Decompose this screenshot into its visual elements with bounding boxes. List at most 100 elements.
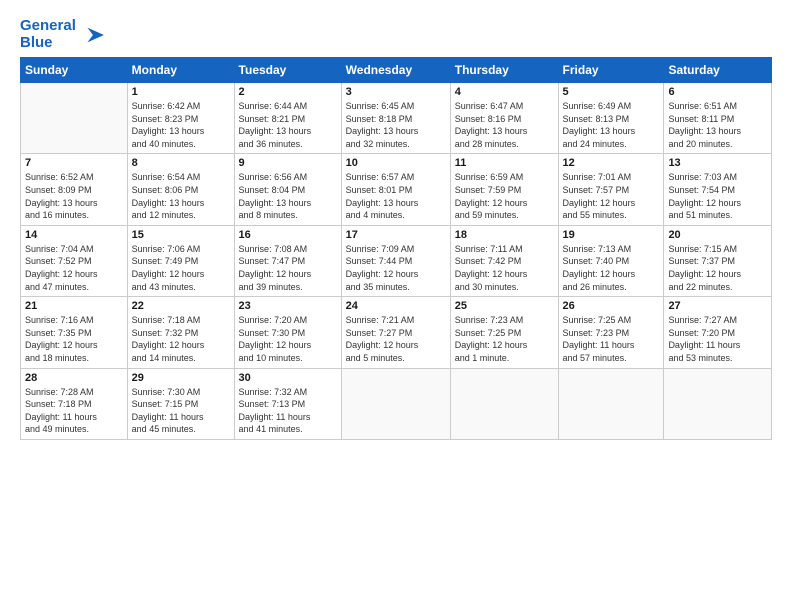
calendar-cell: 1 Sunrise: 6:42 AMSunset: 8:23 PMDaylight… [127, 83, 234, 154]
day-info: Sunrise: 7:27 AMSunset: 7:20 PMDaylight:… [668, 314, 767, 364]
day-info: Sunrise: 6:49 AMSunset: 8:13 PMDaylight:… [563, 100, 660, 150]
calendar-cell [558, 368, 664, 439]
calendar-week-row: 7Sunrise: 6:52 AMSunset: 8:09 PMDaylight… [21, 154, 772, 225]
calendar-cell [21, 83, 128, 154]
calendar-cell: 21 Sunrise: 7:16 AMSunset: 7:35 PMDayligh… [21, 297, 128, 368]
calendar-cell: 10Sunrise: 6:57 AMSunset: 8:01 PMDayligh… [341, 154, 450, 225]
day-info: Sunrise: 7:13 AMSunset: 7:40 PMDaylight:… [563, 243, 660, 293]
calendar-header-monday: Monday [127, 58, 234, 83]
day-info: Sunrise: 7:23 AMSunset: 7:25 PMDaylight:… [455, 314, 554, 364]
calendar-cell: 12 Sunrise: 7:01 AMSunset: 7:57 PMDayligh… [558, 154, 664, 225]
day-number: 24 [346, 300, 446, 312]
day-info: Sunrise: 6:45 AMSunset: 8:18 PMDaylight:… [346, 100, 446, 150]
logo: GeneralBlue [20, 18, 106, 51]
day-number: 28 [25, 372, 123, 384]
day-info: Sunrise: 7:15 AMSunset: 7:37 PMDaylight:… [668, 243, 767, 293]
day-number: 13 [668, 157, 767, 169]
day-number: 27 [668, 300, 767, 312]
calendar-cell: 24 Sunrise: 7:21 AMSunset: 7:27 PMDayligh… [341, 297, 450, 368]
calendar-cell: 14Sunrise: 7:04 AMSunset: 7:52 PMDayligh… [21, 225, 128, 296]
calendar-cell: 3 Sunrise: 6:45 AMSunset: 8:18 PMDaylight… [341, 83, 450, 154]
day-number: 15 [132, 229, 230, 241]
day-info: Sunrise: 7:09 AMSunset: 7:44 PMDaylight:… [346, 243, 446, 293]
day-number: 1 [132, 86, 230, 98]
day-number: 23 [239, 300, 337, 312]
calendar-cell: 29 Sunrise: 7:30 AMSunset: 7:15 PMDayligh… [127, 368, 234, 439]
day-info: Sunrise: 7:20 AMSunset: 7:30 PMDaylight:… [239, 314, 337, 364]
day-number: 3 [346, 86, 446, 98]
day-info: Sunrise: 7:11 AMSunset: 7:42 PMDaylight:… [455, 243, 554, 293]
day-number: 5 [563, 86, 660, 98]
calendar-header-thursday: Thursday [450, 58, 558, 83]
calendar-cell: 9 Sunrise: 6:56 AMSunset: 8:04 PMDaylight… [234, 154, 341, 225]
day-info: Sunrise: 6:44 AMSunset: 8:21 PMDaylight:… [239, 100, 337, 150]
calendar-cell: 8 Sunrise: 6:54 AMSunset: 8:06 PMDaylight… [127, 154, 234, 225]
calendar-cell: 18 Sunrise: 7:11 AMSunset: 7:42 PMDayligh… [450, 225, 558, 296]
calendar-cell: 22 Sunrise: 7:18 AMSunset: 7:32 PMDayligh… [127, 297, 234, 368]
logo-icon [78, 24, 106, 46]
day-number: 18 [455, 229, 554, 241]
calendar-cell: 25 Sunrise: 7:23 AMSunset: 7:25 PMDayligh… [450, 297, 558, 368]
day-number: 19 [563, 229, 660, 241]
day-number: 7 [25, 157, 123, 169]
calendar-cell [341, 368, 450, 439]
calendar-header-saturday: Saturday [664, 58, 772, 83]
calendar-header-tuesday: Tuesday [234, 58, 341, 83]
day-number: 9 [239, 157, 337, 169]
day-number: 22 [132, 300, 230, 312]
calendar-cell: 11Sunrise: 6:59 AMSunset: 7:59 PMDayligh… [450, 154, 558, 225]
calendar-cell: 28 Sunrise: 7:28 AMSunset: 7:18 PMDayligh… [21, 368, 128, 439]
day-info: Sunrise: 7:16 AMSunset: 7:35 PMDaylight:… [25, 314, 123, 364]
calendar-cell: 16 Sunrise: 7:08 AMSunset: 7:47 PMDayligh… [234, 225, 341, 296]
day-info: Sunrise: 6:54 AMSunset: 8:06 PMDaylight:… [132, 171, 230, 221]
calendar-week-row: 28 Sunrise: 7:28 AMSunset: 7:18 PMDayligh… [21, 368, 772, 439]
day-number: 17 [346, 229, 446, 241]
day-info: Sunrise: 7:01 AMSunset: 7:57 PMDaylight:… [563, 171, 660, 221]
day-number: 8 [132, 157, 230, 169]
day-number: 16 [239, 229, 337, 241]
day-info: Sunrise: 7:32 AMSunset: 7:13 PMDaylight:… [239, 386, 337, 436]
calendar-cell: 27 Sunrise: 7:27 AMSunset: 7:20 PMDayligh… [664, 297, 772, 368]
calendar-cell: 23 Sunrise: 7:20 AMSunset: 7:30 PMDayligh… [234, 297, 341, 368]
calendar-cell [450, 368, 558, 439]
day-info: Sunrise: 7:25 AMSunset: 7:23 PMDaylight:… [563, 314, 660, 364]
day-number: 14 [25, 229, 123, 241]
calendar-cell: 5 Sunrise: 6:49 AMSunset: 8:13 PMDaylight… [558, 83, 664, 154]
day-info: Sunrise: 6:56 AMSunset: 8:04 PMDaylight:… [239, 171, 337, 221]
day-number: 10 [346, 157, 446, 169]
calendar-week-row: 21 Sunrise: 7:16 AMSunset: 7:35 PMDayligh… [21, 297, 772, 368]
day-number: 4 [455, 86, 554, 98]
day-number: 30 [239, 372, 337, 384]
calendar-cell: 30 Sunrise: 7:32 AMSunset: 7:13 PMDayligh… [234, 368, 341, 439]
day-info: Sunrise: 6:51 AMSunset: 8:11 PMDaylight:… [668, 100, 767, 150]
calendar-cell: 19 Sunrise: 7:13 AMSunset: 7:40 PMDayligh… [558, 225, 664, 296]
day-number: 26 [563, 300, 660, 312]
day-number: 11 [455, 157, 554, 169]
calendar-table: SundayMondayTuesdayWednesdayThursdayFrid… [20, 57, 772, 440]
day-info: Sunrise: 7:08 AMSunset: 7:47 PMDaylight:… [239, 243, 337, 293]
calendar-cell: 6 Sunrise: 6:51 AMSunset: 8:11 PMDaylight… [664, 83, 772, 154]
day-info: Sunrise: 7:28 AMSunset: 7:18 PMDaylight:… [25, 386, 123, 436]
calendar-cell: 13Sunrise: 7:03 AMSunset: 7:54 PMDayligh… [664, 154, 772, 225]
day-number: 21 [25, 300, 123, 312]
calendar-cell: 2Sunrise: 6:44 AMSunset: 8:21 PMDaylight… [234, 83, 341, 154]
day-number: 25 [455, 300, 554, 312]
calendar-header-friday: Friday [558, 58, 664, 83]
day-info: Sunrise: 6:47 AMSunset: 8:16 PMDaylight:… [455, 100, 554, 150]
day-number: 12 [563, 157, 660, 169]
logo-text: GeneralBlue [20, 18, 76, 51]
calendar-cell: 15 Sunrise: 7:06 AMSunset: 7:49 PMDayligh… [127, 225, 234, 296]
day-info: Sunrise: 7:30 AMSunset: 7:15 PMDaylight:… [132, 386, 230, 436]
day-number: 20 [668, 229, 767, 241]
day-info: Sunrise: 7:06 AMSunset: 7:49 PMDaylight:… [132, 243, 230, 293]
calendar-cell [664, 368, 772, 439]
day-info: Sunrise: 7:21 AMSunset: 7:27 PMDaylight:… [346, 314, 446, 364]
page: GeneralBlue SundayMondayTuesdayWednesday… [0, 0, 792, 450]
header: GeneralBlue [20, 18, 772, 51]
day-info: Sunrise: 6:42 AMSunset: 8:23 PMDaylight:… [132, 100, 230, 150]
calendar-header-sunday: Sunday [21, 58, 128, 83]
day-info: Sunrise: 7:18 AMSunset: 7:32 PMDaylight:… [132, 314, 230, 364]
day-number: 6 [668, 86, 767, 98]
calendar-week-row: 1 Sunrise: 6:42 AMSunset: 8:23 PMDaylight… [21, 83, 772, 154]
day-number: 29 [132, 372, 230, 384]
